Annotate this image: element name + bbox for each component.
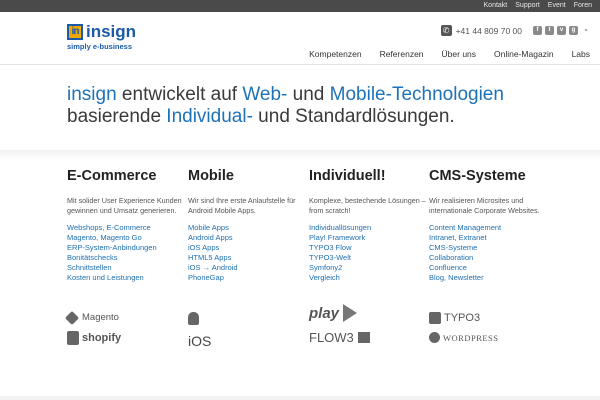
topbar-link-kontakt[interactable]: Kontakt — [484, 0, 508, 12]
column-link[interactable]: Symfony2 — [309, 263, 427, 273]
column-text: Mit solider User Experience Kunden gewin… — [67, 196, 182, 215]
nav-labs[interactable]: Labs — [572, 49, 590, 59]
column-cms: CMS-Systeme Wir realisieren Microsites u… — [429, 168, 547, 283]
wordpress-logo: WordPress — [429, 332, 547, 343]
intro-text: entwickelt auf — [116, 84, 243, 105]
magento-icon — [64, 310, 80, 325]
nav-referenzen[interactable]: Referenzen — [380, 49, 424, 59]
column-title: E-Commerce — [67, 168, 157, 184]
topbar-link-foren[interactable]: Foren — [574, 0, 592, 12]
column-link[interactable]: Bonitätschecks — [67, 253, 185, 263]
intro-mobile: Mobile-Technologien — [329, 84, 504, 105]
nav-ueber-uns[interactable]: Über uns — [442, 49, 477, 59]
column-link[interactable]: TYPO3 Flow — [309, 243, 427, 253]
column-link[interactable]: Content Management — [429, 223, 547, 233]
column-link[interactable]: Magento, Magento Go — [67, 233, 185, 243]
column-link[interactable]: Schnittstellen — [67, 263, 185, 273]
column-link[interactable]: Blog, Newsletter — [429, 273, 547, 283]
column-individuell: Individuell! Komplexe, bestechende Lösun… — [309, 168, 427, 283]
phone-number[interactable]: +41 44 809 70 00 — [456, 26, 522, 36]
logo-mark: in — [67, 24, 83, 40]
twitter-icon[interactable]: t — [545, 26, 554, 35]
google-plus-icon[interactable]: g — [569, 26, 578, 35]
logos-ecommerce: Magento shopify — [64, 310, 185, 353]
contact-bar: ✆ +41 44 809 70 00 f t v g ◔ — [440, 25, 590, 36]
topbar-link-support[interactable]: Support — [515, 0, 540, 12]
intro-web: Web- — [242, 84, 288, 105]
column-link[interactable]: Intranet, Extranet — [429, 233, 547, 243]
intro-text: und Standardlösungen. — [252, 106, 455, 127]
ios-logo: iOS — [188, 333, 212, 349]
column-link[interactable]: HTML5 Apps — [188, 253, 306, 263]
magento-logo: Magento — [64, 310, 185, 325]
intro-headline: insign entwickelt auf Web- und Mobile-Te… — [67, 84, 504, 128]
column-link[interactable]: ERP-System-Anbindungen — [67, 243, 185, 253]
column-mobile: Mobile Wir sind Ihre erste Anlaufstelle … — [188, 168, 306, 283]
column-link[interactable]: iOS → Android — [188, 263, 306, 273]
intro-text: basierende — [67, 106, 167, 127]
logo-tagline: simply e-business — [67, 42, 133, 51]
column-title: Mobile — [188, 168, 234, 184]
logos-individuell: play FLOW3 — [309, 304, 427, 353]
android-icon — [188, 312, 199, 325]
column-link[interactable]: Collaboration — [429, 253, 547, 263]
typo3-icon — [429, 312, 441, 324]
main-nav: Kompetenzen Referenzen Über uns Online-M… — [291, 49, 590, 59]
wordpress-icon — [429, 332, 440, 343]
column-link[interactable]: iOS Apps — [188, 243, 306, 253]
column-text: Wir realisieren Microsites und internati… — [429, 196, 540, 215]
site-logo[interactable]: in insign simply e-business — [67, 22, 137, 51]
column-link[interactable]: Mobile Apps — [188, 223, 306, 233]
column-link[interactable]: PhoneGap — [188, 273, 306, 283]
column-ecommerce: E-Commerce Mit solider User Experience K… — [67, 168, 185, 283]
column-text: Wir sind Ihre erste Anlaufstelle für And… — [188, 196, 296, 215]
intro-brand: insign — [67, 84, 117, 105]
column-link[interactable]: Individuallösungen — [309, 223, 427, 233]
footer-strip — [0, 396, 600, 400]
column-link[interactable]: Play! Framework — [309, 233, 427, 243]
intro-text: und — [287, 84, 330, 105]
column-title: Individuell! — [309, 168, 386, 184]
topbar-link-event[interactable]: Event — [548, 0, 566, 12]
play-logo: play — [309, 304, 427, 322]
column-text: Komplexe, bestechende Lösungen – from sc… — [309, 196, 426, 215]
nav-kompetenzen[interactable]: Kompetenzen — [309, 49, 361, 59]
rss-icon[interactable]: ◔ — [581, 26, 590, 35]
column-title: CMS-Systeme — [429, 168, 526, 184]
site-header: in insign simply e-business ✆ +41 44 809… — [0, 12, 600, 65]
logo-word: insign — [86, 22, 137, 41]
flow3-logo: FLOW3 — [309, 330, 427, 345]
vimeo-icon[interactable]: v — [557, 26, 566, 35]
shopify-logo: shopify — [67, 331, 185, 345]
android-logo — [188, 312, 306, 325]
column-link[interactable]: Webshops, E-Commerce — [67, 223, 185, 233]
shopify-icon — [67, 331, 79, 345]
nav-online-magazin[interactable]: Online-Magazin — [494, 49, 554, 59]
logos-cms: TYPO3 WordPress — [429, 312, 547, 351]
column-link[interactable]: Android Apps — [188, 233, 306, 243]
column-link[interactable]: Confluence — [429, 263, 547, 273]
section-divider — [0, 150, 600, 160]
typo3-logo: TYPO3 — [429, 312, 547, 324]
play-icon — [343, 304, 358, 322]
column-link[interactable]: Vergleich — [309, 273, 427, 283]
column-link[interactable]: Kosten und Leistungen — [67, 273, 185, 283]
logos-mobile: iOS — [188, 312, 306, 357]
intro-individual: Individual- — [166, 106, 253, 127]
facebook-icon[interactable]: f — [533, 26, 542, 35]
column-link[interactable]: CMS-Systeme — [429, 243, 547, 253]
top-utility-bar: Kontakt Support Event Foren — [0, 0, 600, 12]
column-link[interactable]: TYPO3-Welt — [309, 253, 427, 263]
flow3-icon — [357, 332, 370, 343]
phone-icon: ✆ — [440, 25, 452, 36]
